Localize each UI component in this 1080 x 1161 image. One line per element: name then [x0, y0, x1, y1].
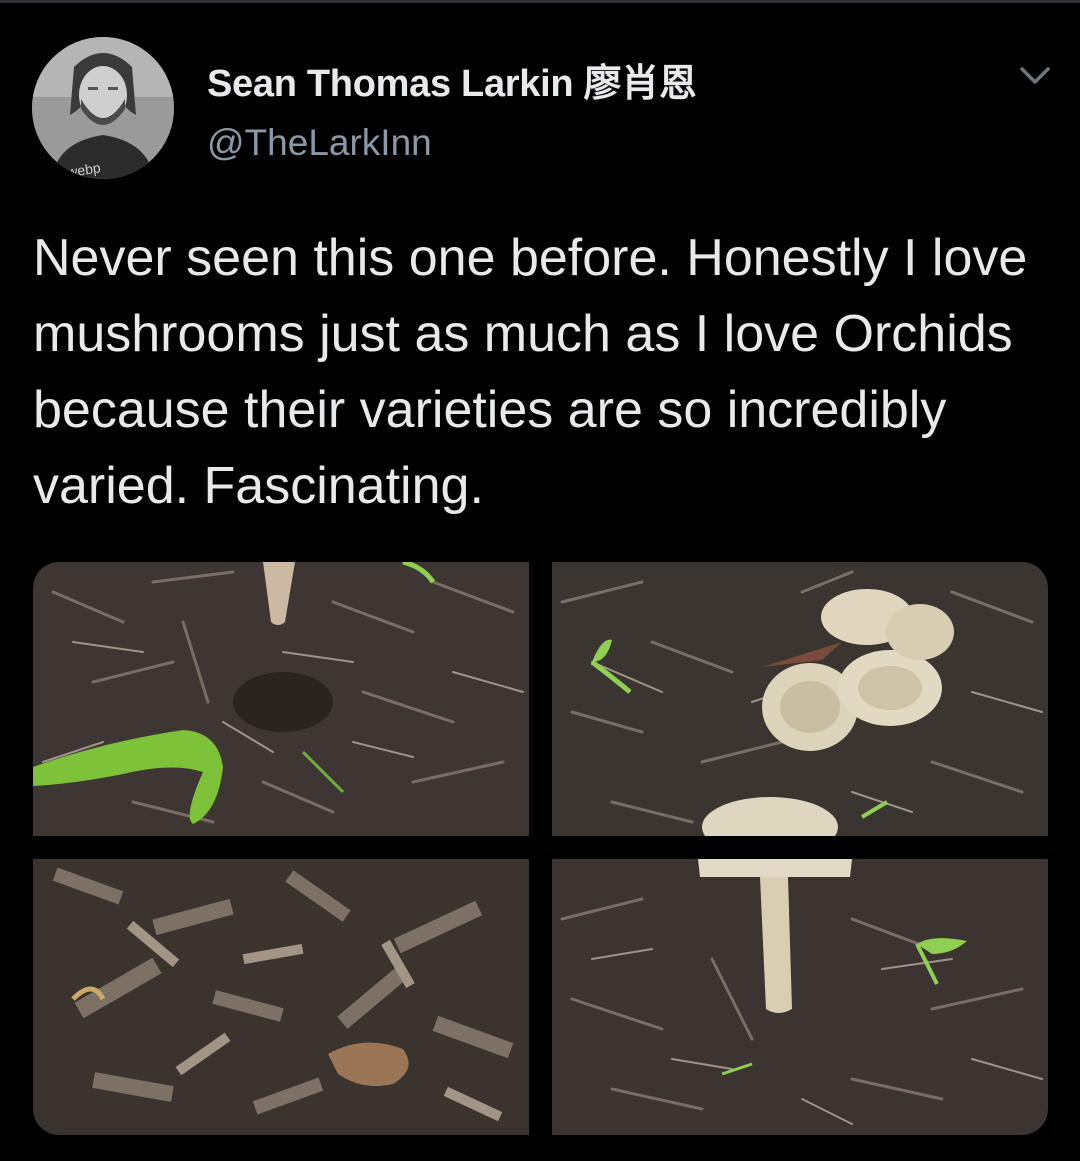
media-grid: [33, 562, 1048, 1135]
media-photo-1[interactable]: [33, 562, 529, 836]
photo-mushroom-caps-icon: [552, 562, 1048, 836]
avatar-photo-icon: webp: [32, 37, 174, 179]
media-photo-2[interactable]: [552, 562, 1048, 836]
author-display-name[interactable]: Sean Thomas Larkin 廖肖恩: [207, 52, 697, 107]
photo-mulch-icon: [33, 859, 529, 1135]
media-photo-3[interactable]: [33, 859, 529, 1135]
more-options-button[interactable]: [1018, 62, 1052, 88]
photo-mulch-seed-icon: [33, 562, 529, 836]
photo-mushroom-stem-icon: [552, 859, 1048, 1135]
top-divider: [0, 0, 1080, 3]
media-photo-4[interactable]: [552, 859, 1048, 1135]
author-handle[interactable]: @TheLarkInn: [207, 122, 432, 164]
tweet-text: Never seen this one before. Honestly I l…: [33, 229, 1028, 515]
chevron-down-icon: [1020, 67, 1050, 84]
avatar[interactable]: webp: [32, 37, 174, 179]
